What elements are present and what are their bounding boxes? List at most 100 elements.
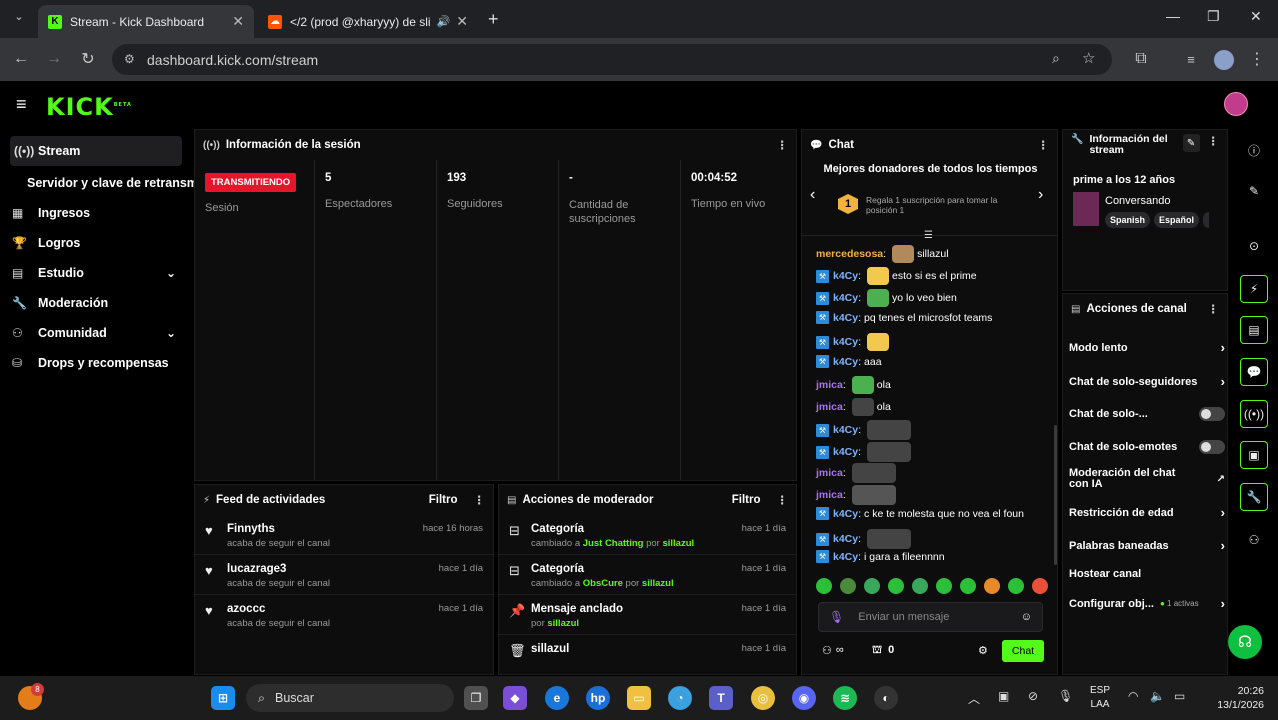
menu-kebab-icon[interactable]: ⋮ (1246, 48, 1268, 70)
chat-username[interactable]: k4Cy (833, 424, 858, 436)
quick-emote-icon[interactable] (912, 578, 928, 594)
sidebar-item-drops[interactable]: ⛁ Drops y recompensas (0, 348, 192, 378)
sidebar-item-logros[interactable]: 🏆 Logros (0, 228, 192, 258)
pin-toggle-icon[interactable]: ☰ (924, 230, 933, 241)
quick-emote-icon[interactable] (936, 578, 952, 594)
tray-app-icon[interactable]: ▣ (998, 689, 1009, 703)
extensions-icon[interactable]: ⧉ (1130, 48, 1152, 70)
broadcast-icon[interactable]: ((•)) (1240, 400, 1268, 428)
chat-send-button[interactable]: Chat (1002, 640, 1044, 662)
quick-emote-icon[interactable] (864, 578, 880, 594)
maximize-icon[interactable]: ❐ (1207, 8, 1220, 25)
battery-icon[interactable]: ▭ (1174, 689, 1185, 703)
chevron-right-icon[interactable]: › (1038, 186, 1043, 204)
mic-icon[interactable]: 🎙 (829, 610, 844, 624)
tab-kick-dashboard[interactable]: K Stream - Kick Dashboard ✕ (38, 5, 254, 38)
close-window-icon[interactable]: ✕ (1250, 8, 1262, 25)
back-icon[interactable]: ← (10, 48, 32, 70)
kebab-menu-icon[interactable]: ⋮ (1038, 138, 1050, 152)
lightning-icon[interactable]: ⚡ (1240, 275, 1268, 303)
support-headset-icon[interactable]: ☊ (1228, 625, 1262, 659)
wrench-icon[interactable]: 🔧 (1240, 483, 1268, 511)
community-icon[interactable]: ⚇ (1240, 526, 1268, 554)
action-followers-only[interactable]: Chat de solo-seguidores › (1069, 374, 1225, 389)
app-icon[interactable]: ◔ (668, 686, 692, 710)
quick-emote-icon[interactable] (888, 578, 904, 594)
chat-username[interactable]: k4Cy (833, 446, 858, 458)
tray-app-icon[interactable]: ⊘ (1028, 689, 1038, 703)
teams-icon[interactable]: T (709, 686, 733, 710)
quick-emote-icon[interactable] (984, 578, 1000, 594)
stream-category[interactable]: Conversando (1105, 195, 1170, 207)
user-avatar[interactable] (1224, 92, 1248, 116)
zoom-icon[interactable]: ⌕ (1052, 50, 1060, 67)
emoji-icon[interactable]: ☺ (1021, 611, 1032, 623)
task-view-icon[interactable]: ❐ (464, 686, 488, 710)
kebab-menu-icon[interactable]: ⋮ (474, 493, 486, 507)
quick-emote-icon[interactable] (840, 578, 856, 594)
clock[interactable]: 20:26 13/1/2026 (1208, 684, 1264, 712)
sidebar-item-server-key[interactable]: Servidor y clave de retransm (0, 168, 198, 198)
hp-icon[interactable]: hp (586, 686, 610, 710)
filter-button[interactable]: Filtro (429, 494, 458, 506)
emotes-only-toggle[interactable] (1199, 440, 1225, 454)
category-link[interactable]: Just Chatting (583, 538, 644, 549)
spotify-icon[interactable]: ≋ (833, 686, 857, 710)
kebab-menu-icon[interactable]: ⋮ (1208, 134, 1220, 148)
user-link[interactable]: sillazul (662, 538, 694, 549)
sidebar-item-stream[interactable]: ((•)) Stream (10, 136, 182, 166)
action-age-restriction[interactable]: Restricción de edad › (1069, 505, 1225, 520)
chat-username[interactable]: k4Cy (833, 508, 858, 520)
sidebar-item-estudio[interactable]: ▤ Estudio ⌄ (0, 258, 192, 288)
reload-icon[interactable]: ↻ (77, 48, 99, 70)
actions-icon[interactable]: ▣ (1240, 441, 1268, 469)
copilot-icon[interactable]: ◆ (503, 686, 527, 710)
chat-username[interactable]: jmica (816, 467, 843, 479)
chat-username[interactable]: k4Cy (833, 533, 858, 545)
edit-pencil-icon[interactable]: ✎ (1240, 177, 1268, 205)
chrome-icon[interactable]: ◎ (751, 686, 775, 710)
info-icon[interactable]: ⓘ (1240, 136, 1268, 164)
hamburger-menu-icon[interactable]: ≡ (16, 94, 27, 115)
language-indicator[interactable]: ESP LAA (1090, 684, 1110, 712)
url-field[interactable]: ⚙ dashboard.kick.com/stream ⌕ ☆ (112, 44, 1112, 75)
close-icon[interactable]: ✕ (232, 13, 244, 30)
chat-username[interactable]: jmica (816, 379, 843, 391)
subs-only-toggle[interactable] (1199, 407, 1225, 421)
sidebar-item-moderacion[interactable]: 🔧 Moderación (0, 288, 192, 318)
camera-icon[interactable]: ⊙ (1240, 232, 1268, 260)
kebab-menu-icon[interactable]: ⋮ (777, 493, 789, 507)
action-host-channel[interactable]: Hostear canal (1069, 568, 1225, 580)
sidebar-item-comunidad[interactable]: ⚇ Comunidad ⌄ (0, 318, 192, 348)
chevron-up-icon[interactable]: ︿ (968, 690, 980, 707)
action-slow-mode[interactable]: Modo lento › (1069, 340, 1225, 355)
filter-button[interactable]: Filtro (732, 494, 761, 506)
obs-icon[interactable]: ◐ (874, 686, 898, 710)
windows-start-icon[interactable]: ⊞ (211, 686, 235, 710)
category-link[interactable]: ObsCure (583, 578, 623, 589)
quick-emote-icon[interactable] (960, 578, 976, 594)
tag[interactable]: Spanish (1105, 212, 1151, 228)
chat-username[interactable]: jmica (816, 401, 843, 413)
edge-icon[interactable]: e (545, 686, 569, 710)
chat-username[interactable]: k4Cy (833, 312, 858, 324)
document-icon[interactable]: ▤ (1240, 316, 1268, 344)
action-ai-moderation[interactable]: Moderación del chat con IA ↗ (1069, 468, 1225, 490)
edit-pencil-icon[interactable]: ✎ (1182, 134, 1200, 152)
close-icon[interactable]: ✕ (456, 13, 468, 30)
bookmark-star-icon[interactable]: ☆ (1082, 49, 1095, 67)
quick-emote-icon[interactable] (1008, 578, 1024, 594)
media-control-icon[interactable]: ≡ (1180, 48, 1202, 70)
action-banned-words[interactable]: Palabras baneadas › (1069, 538, 1225, 553)
discord-icon[interactable]: ◉ (792, 686, 816, 710)
kebab-menu-icon[interactable]: ⋮ (777, 138, 789, 152)
chat-input[interactable]: 🎙 Enviar un mensaje ☺ (818, 602, 1043, 632)
settings-gear-icon[interactable]: ⚙ (978, 644, 988, 657)
chevron-left-icon[interactable]: ‹ (810, 186, 815, 204)
profile-avatar[interactable] (1214, 50, 1234, 70)
user-link[interactable]: sillazul (642, 578, 674, 589)
mic-icon[interactable]: 🎙 (1058, 689, 1073, 703)
new-tab-icon[interactable]: + (488, 9, 499, 30)
tag[interactable]: Español (1154, 212, 1200, 228)
sidebar-item-ingresos[interactable]: ▦ Ingresos (0, 198, 192, 228)
